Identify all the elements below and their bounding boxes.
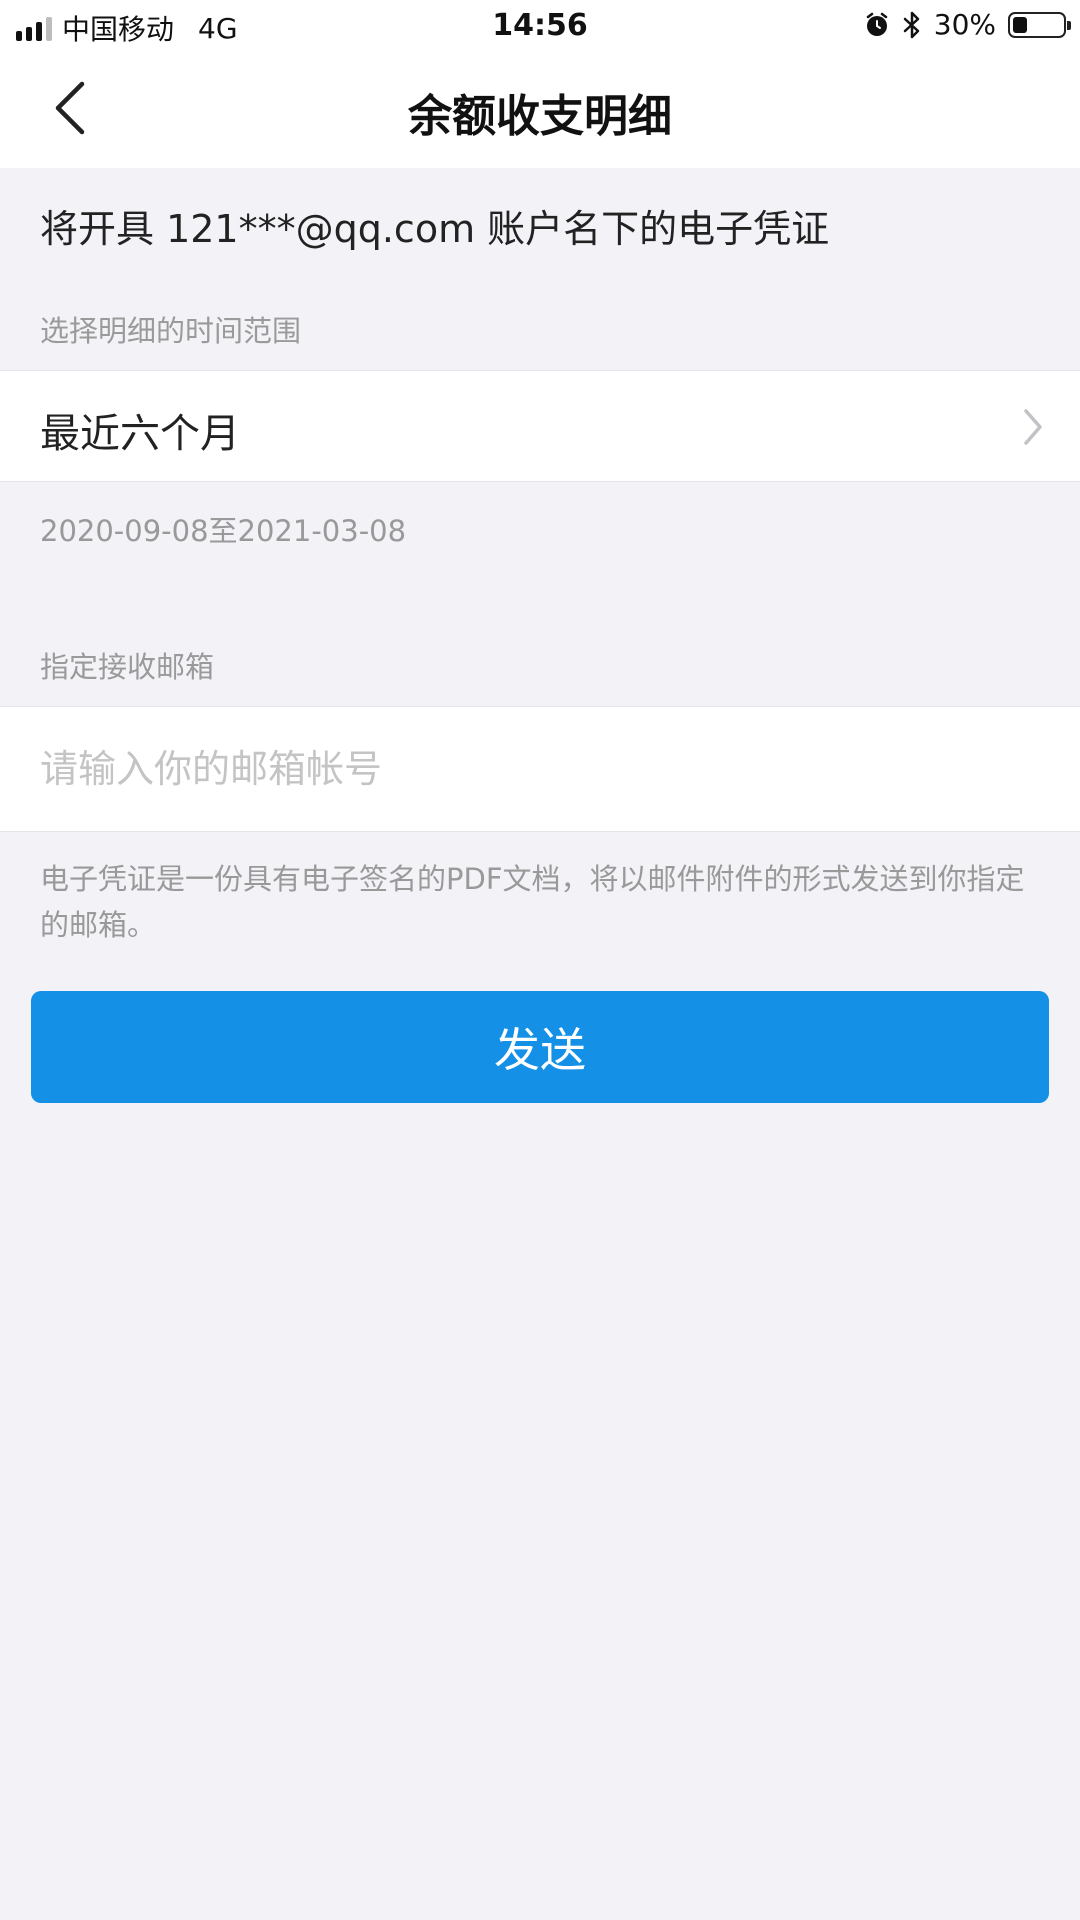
battery-fill	[1013, 16, 1027, 33]
status-bar-right: 30%	[864, 8, 1071, 41]
voucher-description: 电子凭证是一份具有电子签名的PDF文档，将以邮件附件的形式发送到你指定的邮箱。	[40, 862, 1025, 942]
email-label: 指定接收邮箱	[40, 650, 215, 684]
email-input[interactable]	[40, 707, 1040, 831]
chevron-right-icon	[1024, 409, 1042, 445]
bluetooth-icon	[903, 11, 920, 38]
navigation-bar: 余额收支明细	[0, 54, 1080, 168]
date-range-text: 2020-09-08至2021-03-08	[40, 514, 407, 548]
alarm-icon	[866, 12, 888, 36]
time-range-selector[interactable]: 最近六个月	[0, 370, 1080, 482]
time-range-value: 最近六个月	[40, 411, 240, 457]
battery-percentage: 30%	[933, 8, 996, 41]
send-button[interactable]: 发送	[31, 991, 1049, 1103]
status-bar: 中国移动 4G 14:56 30%	[0, 0, 1080, 54]
time-range-label: 选择明细的时间范围	[40, 314, 302, 348]
battery-icon	[1008, 11, 1071, 38]
page-title: 余额收支明细	[408, 91, 672, 142]
voucher-notice: 将开具 121***@qq.com 账户名下的电子凭证	[40, 207, 830, 251]
email-row	[0, 706, 1080, 832]
